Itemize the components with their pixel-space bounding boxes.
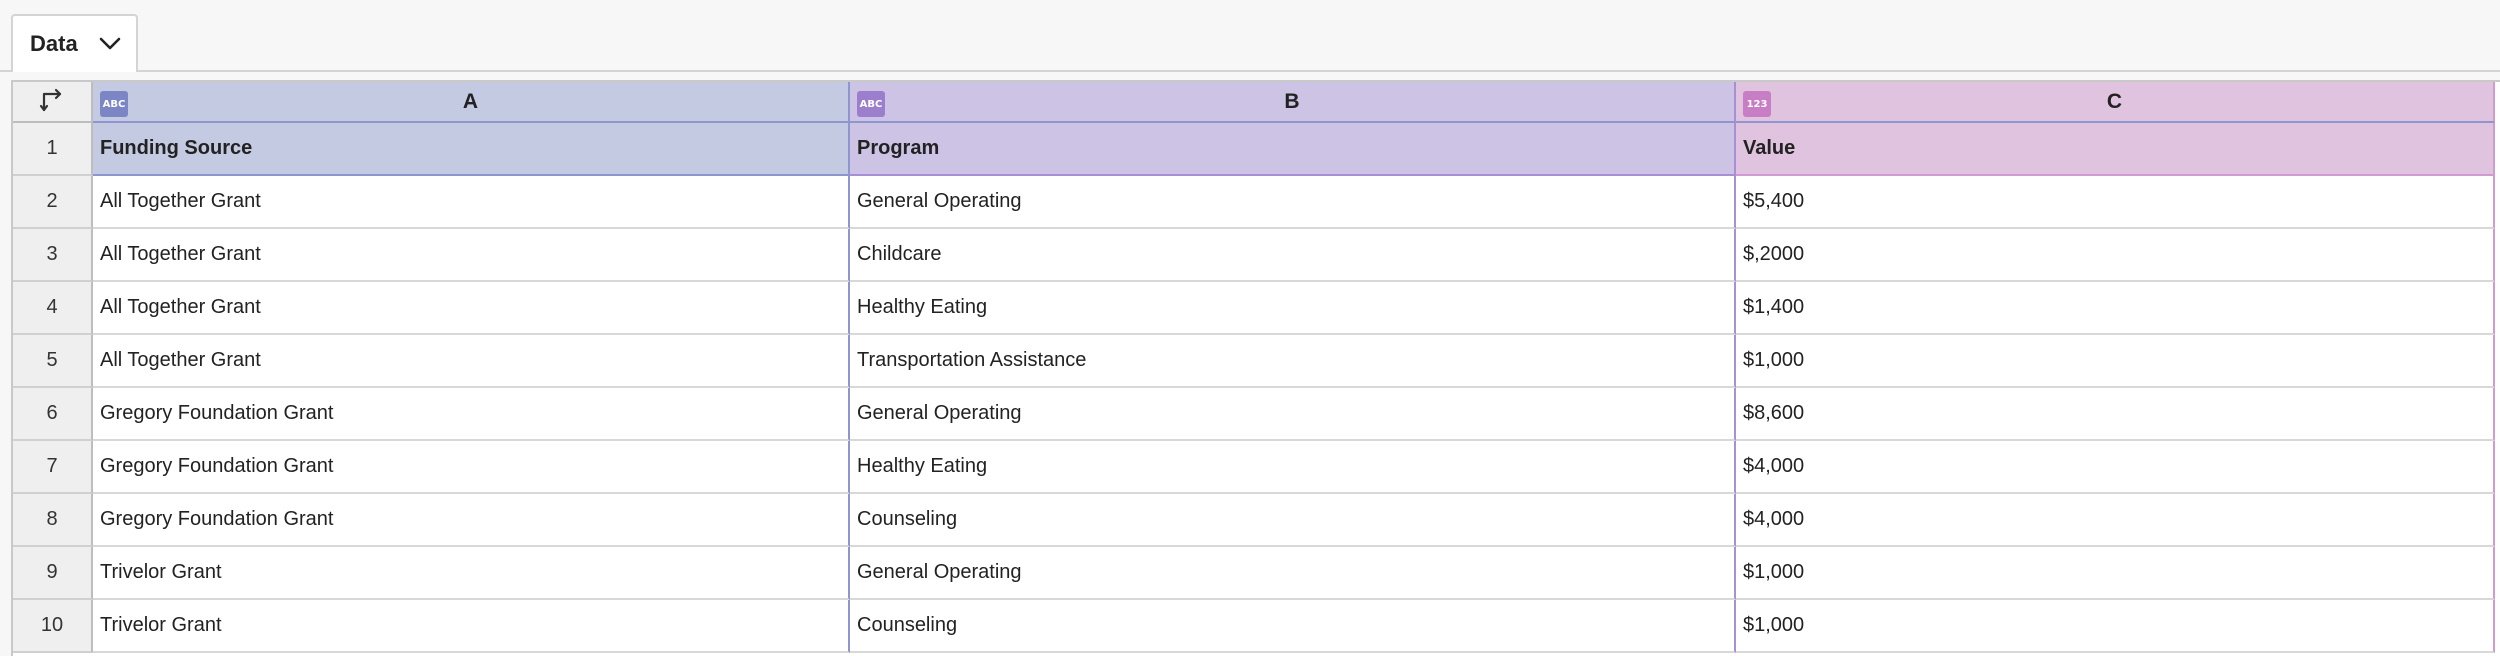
table-cell[interactable]: $1,000 [1736, 547, 2495, 600]
table-cell[interactable]: All Together Grant [93, 335, 850, 388]
row-number[interactable]: 6 [13, 388, 93, 441]
table-cell[interactable]: Childcare [850, 229, 1736, 282]
row-number[interactable]: 9 [13, 547, 93, 600]
chevron-down-icon[interactable] [98, 32, 122, 56]
text-type-icon: ABC [857, 91, 885, 117]
table-cell[interactable]: $1,000 [1736, 600, 2495, 653]
column-header-b[interactable]: ABC B [850, 82, 1736, 123]
header-cell-program[interactable]: Program [850, 123, 1736, 176]
table-cell[interactable]: Trivelor Grant [93, 547, 850, 600]
spreadsheet-grid: ABC A ABC B 123 C 1 Funding Source Progr… [11, 80, 2500, 656]
table-cell[interactable]: Gregory Foundation Grant [93, 494, 850, 547]
transpose-button[interactable] [13, 82, 93, 123]
table-cell[interactable]: $,2000 [1736, 229, 2495, 282]
table-cell[interactable]: $5,400 [1736, 176, 2495, 229]
column-letter: A [462, 89, 479, 113]
row-number[interactable]: 4 [13, 282, 93, 335]
table-cell[interactable]: Trivelor Grant [93, 600, 850, 653]
table-cell[interactable]: All Together Grant [93, 176, 850, 229]
sheet-tab-bar: Data [0, 0, 2500, 72]
column-header-a[interactable]: ABC A [93, 82, 850, 123]
header-cell-funding-source[interactable]: Funding Source [93, 123, 850, 176]
data-sheet-tab[interactable]: Data [11, 14, 138, 72]
table-cell[interactable]: Transportation Assistance [850, 335, 1736, 388]
row-number[interactable]: 2 [13, 176, 93, 229]
row-number[interactable]: 1 [13, 123, 93, 176]
row-number[interactable]: 7 [13, 441, 93, 494]
table-cell[interactable]: General Operating [850, 388, 1736, 441]
table-cell[interactable]: Counseling [850, 600, 1736, 653]
column-letter: C [2106, 89, 2123, 113]
column-letter: B [1284, 89, 1300, 113]
table-cell[interactable]: Healthy Eating [850, 282, 1736, 335]
column-header-c[interactable]: 123 C [1736, 82, 2495, 123]
table-cell[interactable]: General Operating [850, 176, 1736, 229]
row-number[interactable]: 5 [13, 335, 93, 388]
table-cell[interactable]: $8,600 [1736, 388, 2495, 441]
table-cell[interactable]: General Operating [850, 547, 1736, 600]
row-number[interactable]: 10 [13, 600, 93, 653]
table-cell[interactable]: All Together Grant [93, 282, 850, 335]
text-type-icon: ABC [100, 91, 128, 117]
number-type-icon: 123 [1743, 91, 1771, 117]
row-number[interactable]: 3 [13, 229, 93, 282]
table-cell[interactable]: Gregory Foundation Grant [93, 441, 850, 494]
transpose-arrows-icon [39, 86, 65, 118]
table-cell[interactable]: $4,000 [1736, 441, 2495, 494]
table-cell[interactable]: $1,400 [1736, 282, 2495, 335]
row-number[interactable]: 8 [13, 494, 93, 547]
table-cell[interactable]: Counseling [850, 494, 1736, 547]
table-cell[interactable]: $4,000 [1736, 494, 2495, 547]
sheet-tab-label: Data [30, 31, 78, 56]
table-cell[interactable]: $1,000 [1736, 335, 2495, 388]
header-cell-value[interactable]: Value [1736, 123, 2495, 176]
table-cell[interactable]: Gregory Foundation Grant [93, 388, 850, 441]
table-cell[interactable]: All Together Grant [93, 229, 850, 282]
table-cell[interactable]: Healthy Eating [850, 441, 1736, 494]
